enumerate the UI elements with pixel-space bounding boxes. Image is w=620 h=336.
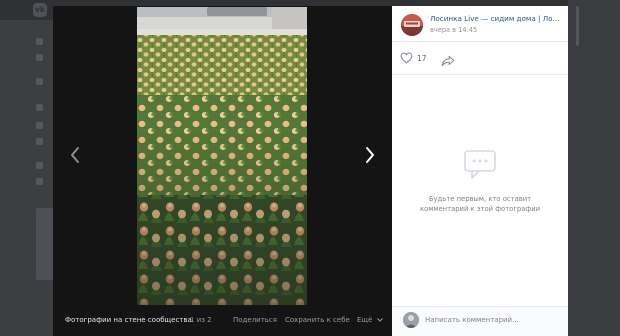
user-avatar[interactable]	[403, 312, 419, 328]
user-avatar-image	[403, 312, 419, 328]
comment-composer	[392, 306, 568, 336]
tulip-bed-image	[137, 7, 307, 305]
chevron-right-icon	[366, 147, 374, 163]
nav-icon	[36, 78, 43, 85]
nav-icon	[36, 138, 43, 145]
comments-empty-message: Будьте первым, кто оставит комментарий к…	[392, 194, 568, 214]
share-button[interactable]	[441, 52, 455, 71]
viewer-bottom-bar: Фотографии на стене сообщества 1 из 2 По…	[53, 310, 392, 330]
background-card	[36, 208, 54, 280]
next-photo-button[interactable]	[360, 144, 380, 166]
previous-photo-button[interactable]	[65, 144, 85, 166]
empty-message-line-2: комментарий к этой фотографии	[419, 205, 541, 213]
post-time[interactable]: вчера в 14:45	[430, 26, 477, 34]
nav-icon	[36, 122, 43, 129]
post-header: Лосинка Live — сидим дома | Лоси... вчер…	[392, 6, 568, 42]
nav-icon	[36, 162, 43, 169]
photo-counter: 1 из 2	[190, 316, 212, 324]
comments-empty-icon	[463, 149, 497, 185]
empty-message-line-1: Будьте первым, кто оставит	[428, 195, 532, 203]
post-side-panel: Лосинка Live — сидим дома | Лоси... вчер…	[392, 6, 568, 336]
nav-icon	[36, 104, 43, 111]
like-button[interactable]: 17	[400, 52, 427, 64]
like-count: 17	[417, 53, 427, 63]
nav-icon	[36, 38, 43, 45]
share-link[interactable]: Поделиться	[233, 316, 277, 324]
post-actions: 17	[392, 43, 568, 75]
vk-logo-icon: vk	[33, 3, 47, 17]
share-icon	[441, 55, 455, 67]
background-right-column	[568, 0, 620, 336]
comment-input[interactable]	[425, 310, 563, 330]
group-avatar-image	[401, 14, 423, 36]
heart-icon	[400, 52, 413, 64]
nav-icon	[36, 54, 43, 61]
group-name-link[interactable]: Лосинка Live — сидим дома | Лоси...	[430, 14, 562, 23]
chevron-down-icon	[376, 318, 383, 322]
more-label: Ещё	[357, 316, 373, 324]
album-link[interactable]: Фотографии на стене сообщества	[65, 316, 192, 324]
chevron-left-icon	[71, 147, 79, 163]
save-link[interactable]: Сохранить к себе	[285, 316, 350, 324]
more-menu[interactable]: Ещё	[357, 316, 383, 324]
nav-icon	[36, 178, 43, 185]
page-scrollbar[interactable]	[576, 6, 579, 46]
photo-image[interactable]	[137, 7, 307, 305]
group-avatar[interactable]	[401, 14, 423, 36]
